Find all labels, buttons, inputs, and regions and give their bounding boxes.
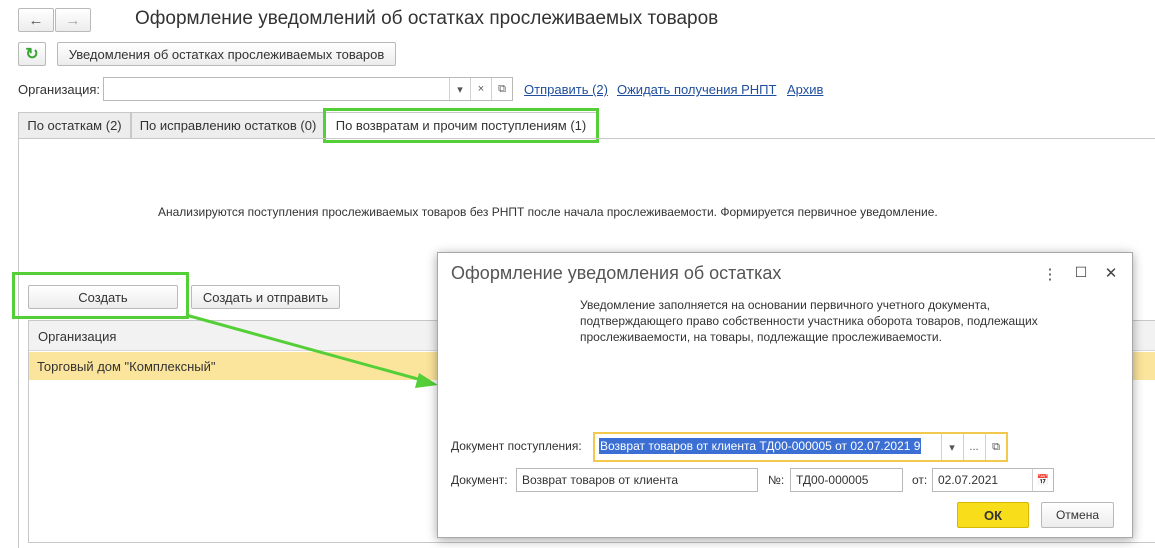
document-field[interactable]: Возврат товаров от клиента — [516, 468, 758, 492]
dialog-description-line: подтверждающего право собственности учас… — [580, 314, 1038, 328]
number-value: ТД00-000005 — [796, 473, 869, 487]
notification-dialog: Оформление уведомления об остатках ⋮ ☐ ✕… — [437, 252, 1133, 538]
calendar-button[interactable]: 📅 — [1032, 469, 1053, 491]
cancel-button[interactable]: Отмена — [1041, 502, 1114, 528]
open-window-icon: ⧉ — [992, 440, 1000, 453]
dialog-description-line: Уведомление заполняется на основании пер… — [580, 298, 990, 312]
number-field[interactable]: ТД00-000005 — [790, 468, 903, 492]
date-field[interactable]: 02.07.2021 📅 — [932, 468, 1054, 492]
document-label: Документ: — [451, 473, 508, 487]
more-vertical-icon: ⋮ — [1042, 266, 1058, 283]
dialog-description-line: прослеживаемости, на товары, подлежащие … — [580, 330, 942, 344]
receipt-document-label: Документ поступления: — [451, 439, 582, 453]
receipt-dropdown-button[interactable]: ▾ — [941, 434, 962, 460]
receipt-document-field[interactable]: Возврат товаров от клиента ТД00-000005 о… — [593, 432, 1008, 462]
document-value: Возврат товаров от клиента — [522, 473, 679, 487]
receipt-document-value: Возврат товаров от клиента ТД00-000005 о… — [599, 438, 922, 454]
maximize-icon: ☐ — [1074, 264, 1088, 280]
calendar-icon: 📅 — [1036, 474, 1050, 486]
receipt-select-button[interactable]: ... — [963, 434, 984, 460]
dialog-title: Оформление уведомления об остатках — [451, 263, 782, 283]
dialog-menu-button[interactable]: ⋮ — [1042, 265, 1058, 283]
number-label: №: — [768, 473, 785, 487]
ellipsis-icon: ... — [969, 441, 979, 453]
date-label: от: — [912, 473, 928, 487]
dialog-close-button[interactable]: ✕ — [1102, 264, 1120, 282]
date-value: 02.07.2021 — [938, 473, 999, 487]
close-icon: ✕ — [1104, 265, 1118, 282]
receipt-open-button[interactable]: ⧉ — [985, 434, 1006, 460]
dialog-description: Уведомление заполняется на основании пер… — [580, 297, 1038, 345]
chevron-down-icon: ▾ — [949, 441, 955, 454]
ok-button[interactable]: ОК — [957, 502, 1029, 528]
dialog-maximize-button[interactable]: ☐ — [1072, 264, 1090, 281]
